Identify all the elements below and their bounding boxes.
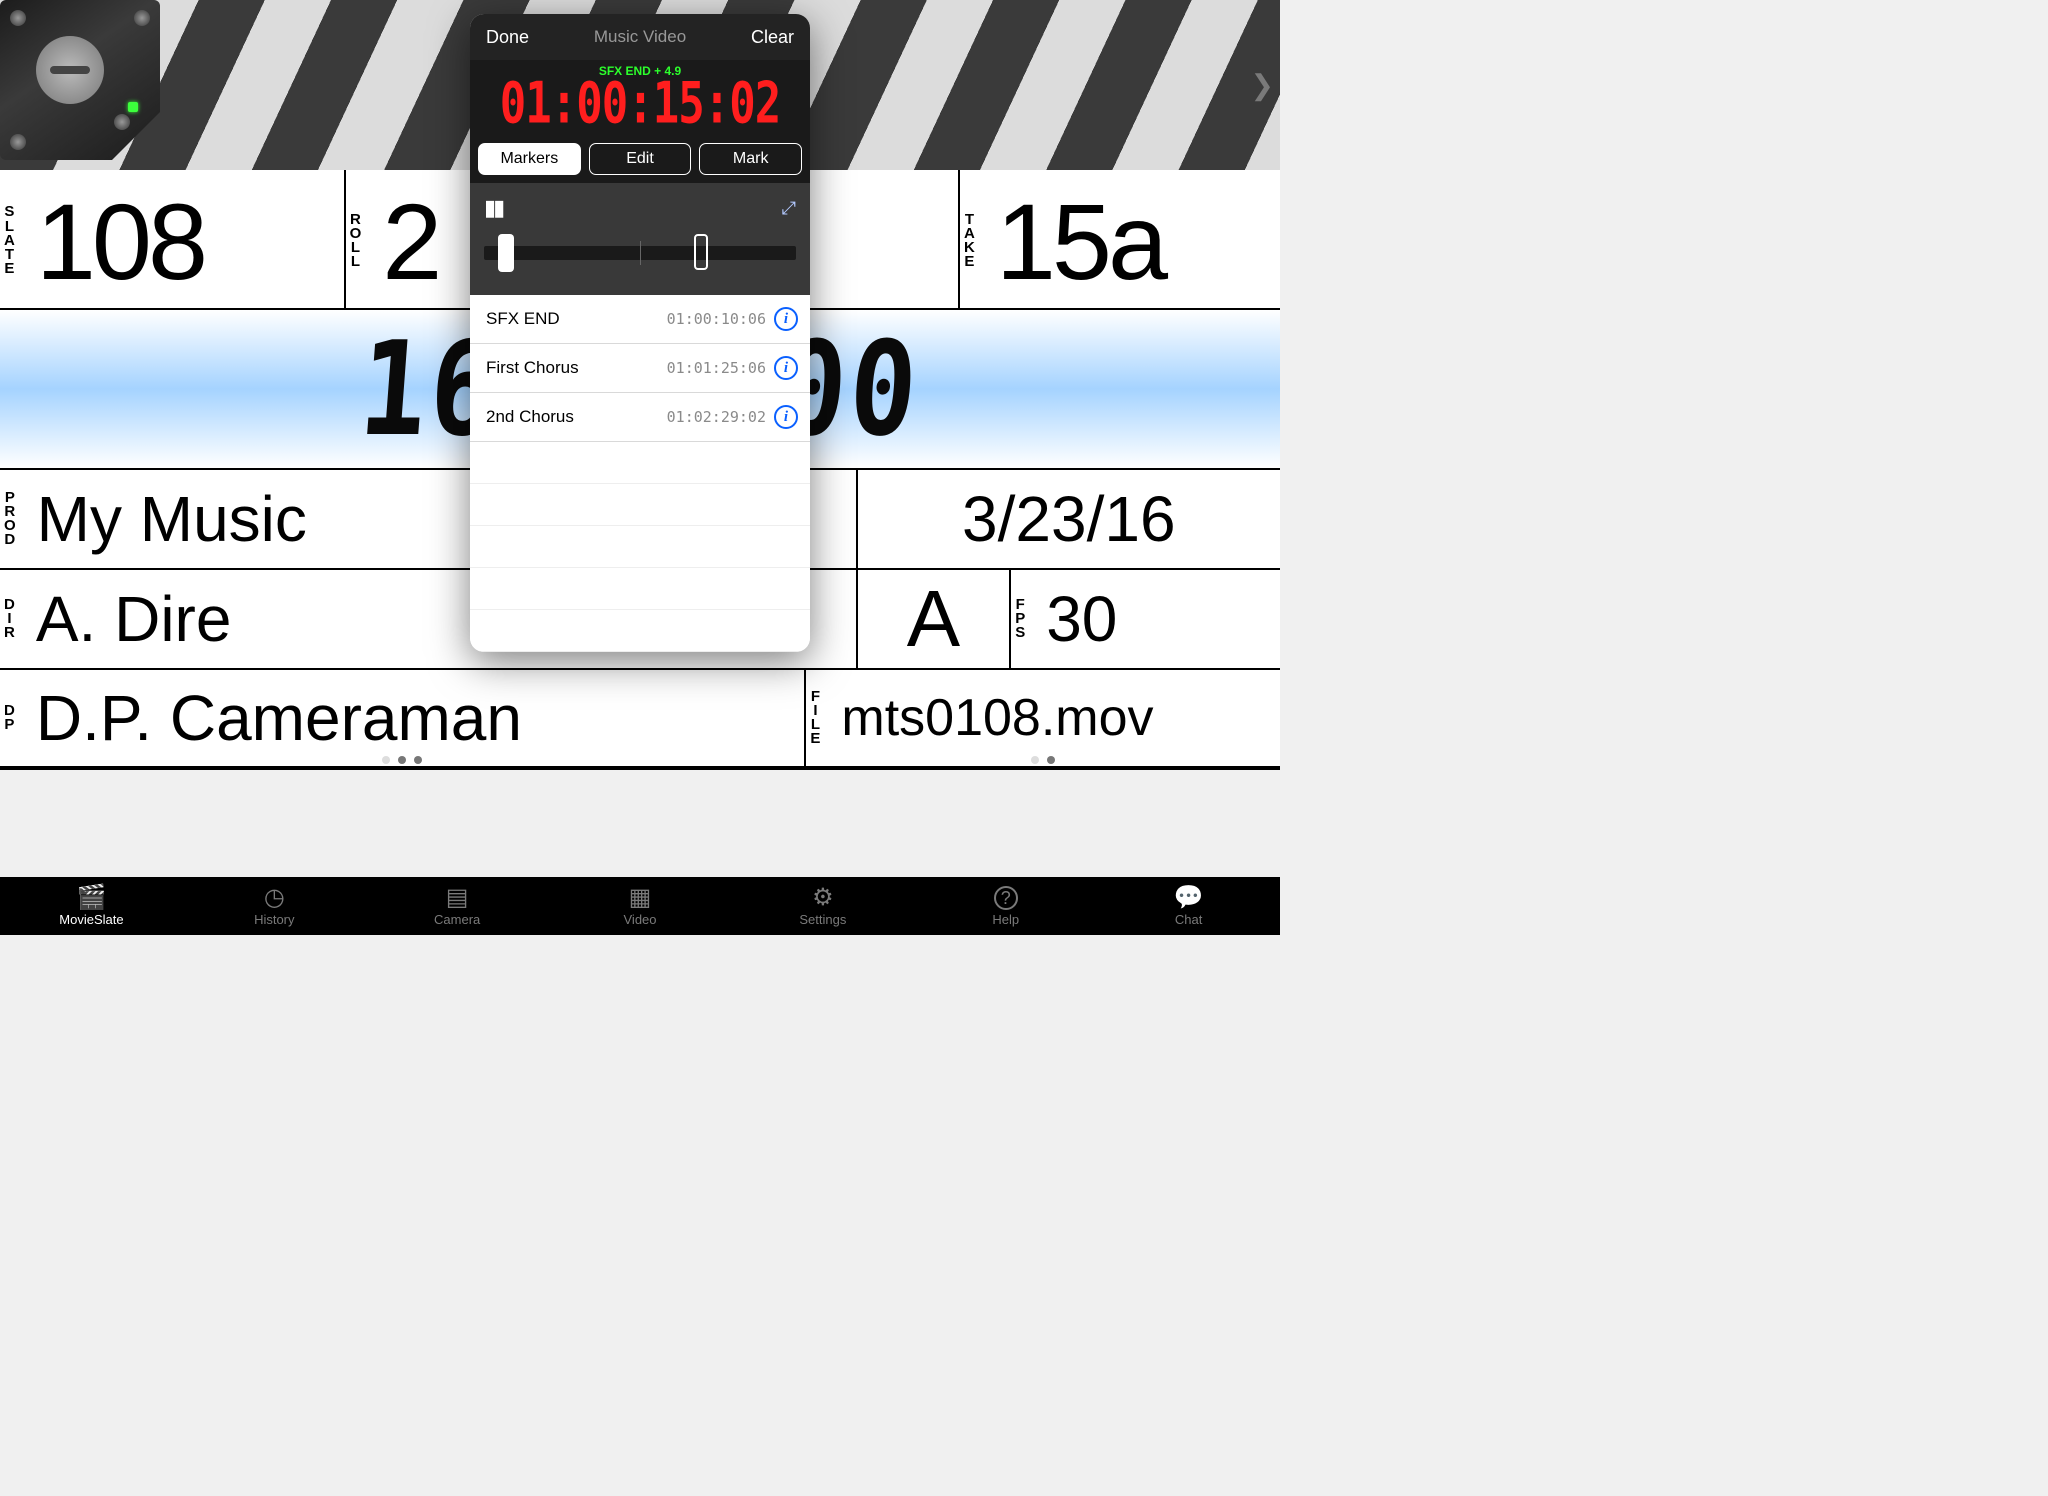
tab-camera[interactable]: ▤ Camera: [366, 886, 549, 927]
camera-info-icon: ▤: [446, 886, 469, 910]
tab-label: Video: [624, 912, 657, 927]
slider-midpoint-icon: [640, 241, 641, 265]
file-label: FILE: [806, 690, 825, 747]
take-label: TAKE: [960, 213, 980, 270]
tab-chat[interactable]: 💬 Chat: [1097, 886, 1280, 927]
prod-value[interactable]: My Music: [21, 482, 307, 556]
marker-empty-row: [470, 568, 810, 610]
tab-video[interactable]: ▦ Video: [549, 886, 732, 927]
screw-icon: [10, 134, 26, 150]
prod-label: PROD: [0, 491, 21, 548]
popover-title: Music Video: [594, 27, 686, 47]
marker-name: SFX END: [486, 309, 596, 329]
marker-timecode: 01:01:25:06: [604, 359, 766, 377]
marker-row[interactable]: SFX END 01:00:10:06 i: [470, 295, 810, 344]
slider-thumb-in[interactable]: [498, 234, 514, 272]
marker-empty-row: [470, 526, 810, 568]
gear-icon: ⚙: [812, 886, 834, 910]
slider-thumb-playhead[interactable]: [694, 234, 708, 270]
segmented-control: Markers Edit Mark: [470, 135, 810, 183]
done-button[interactable]: Done: [486, 27, 529, 48]
tab-label: MovieSlate: [59, 912, 123, 927]
seg-mark-button[interactable]: Mark: [699, 143, 802, 175]
popover-timecode-value: 01:00:15:02: [478, 70, 802, 136]
info-icon[interactable]: i: [774, 405, 798, 429]
info-icon[interactable]: i: [774, 307, 798, 331]
tab-history[interactable]: ◷ History: [183, 886, 366, 927]
tab-bar: 🎬 MovieSlate ◷ History ▤ Camera ▦ Video …: [0, 877, 1280, 935]
date-value[interactable]: 3/23/16: [962, 482, 1176, 556]
film-icon: ▦: [629, 886, 652, 910]
marker-empty-row: [470, 484, 810, 526]
hinge-dial-icon: [36, 36, 104, 104]
next-slate-chevron-icon[interactable]: ❯: [1251, 69, 1274, 102]
clapper-icon: 🎬: [76, 886, 106, 910]
screw-icon: [10, 10, 26, 26]
popover-header: Done Music Video Clear: [470, 14, 810, 60]
file-value[interactable]: mts0108.mov: [825, 688, 1153, 748]
tab-movieslate[interactable]: 🎬 MovieSlate: [0, 886, 183, 927]
scrub-slider[interactable]: [484, 233, 796, 273]
marker-empty-row: [470, 610, 810, 652]
seg-edit-button[interactable]: Edit: [589, 143, 692, 175]
music-video-popover: Done Music Video Clear SFX END + 4.9 01:…: [470, 14, 810, 652]
marker-name: First Chorus: [486, 358, 596, 378]
fps-value[interactable]: 30: [1030, 582, 1117, 656]
take-value[interactable]: 15a: [980, 179, 1164, 304]
status-led-icon: [128, 102, 138, 112]
tab-settings[interactable]: ⚙ Settings: [731, 886, 914, 927]
expand-icon[interactable]: ⤢: [782, 198, 796, 219]
marker-row[interactable]: First Chorus 01:01:25:06 i: [470, 344, 810, 393]
roll-label: ROLL: [346, 213, 367, 270]
dir-label: DIR: [0, 598, 20, 641]
info-icon[interactable]: i: [774, 356, 798, 380]
tab-label: Settings: [799, 912, 846, 927]
marker-empty-row: [470, 442, 810, 484]
seg-markers-button[interactable]: Markers: [478, 143, 581, 175]
tab-label: Camera: [434, 912, 480, 927]
screw-icon: [134, 10, 150, 26]
help-icon: ?: [994, 886, 1018, 910]
slate-label: SLATE: [0, 205, 20, 276]
clear-button[interactable]: Clear: [751, 27, 794, 48]
marker-name: 2nd Chorus: [486, 407, 596, 427]
marker-row[interactable]: 2nd Chorus 01:02:29:02 i: [470, 393, 810, 442]
roll-value[interactable]: 2: [366, 179, 438, 304]
playback-controls: ▮▮ ⤢: [470, 183, 810, 295]
dir-value[interactable]: A. Dire: [20, 582, 232, 656]
page-dots-right[interactable]: [1031, 756, 1055, 764]
marker-timecode: 01:00:10:06: [604, 310, 766, 328]
screw-icon: [114, 114, 130, 130]
marker-timecode: 01:02:29:02: [604, 408, 766, 426]
tab-help[interactable]: ? Help: [914, 886, 1097, 927]
fps-label: FPS: [1011, 598, 1030, 641]
dp-value[interactable]: D.P. Cameraman: [20, 681, 522, 755]
clapper-hinge[interactable]: [0, 0, 160, 160]
cam-value[interactable]: A: [907, 573, 960, 665]
row-dp-file: DP D.P. Cameraman FILE mts0108.mov: [0, 670, 1280, 770]
chat-icon: 💬: [1174, 886, 1204, 910]
tab-label: History: [254, 912, 294, 927]
clock-icon: ◷: [264, 886, 285, 910]
tab-label: Help: [992, 912, 1019, 927]
marker-list: SFX END 01:00:10:06 i First Chorus 01:01…: [470, 295, 810, 652]
dp-label: DP: [0, 704, 20, 733]
pause-icon[interactable]: ▮▮: [484, 195, 502, 221]
popover-timecode-box: SFX END + 4.9 01:00:15:02: [470, 60, 810, 135]
page-dots-left[interactable]: [382, 756, 422, 764]
tab-label: Chat: [1175, 912, 1202, 927]
slate-value[interactable]: 108: [20, 179, 204, 304]
